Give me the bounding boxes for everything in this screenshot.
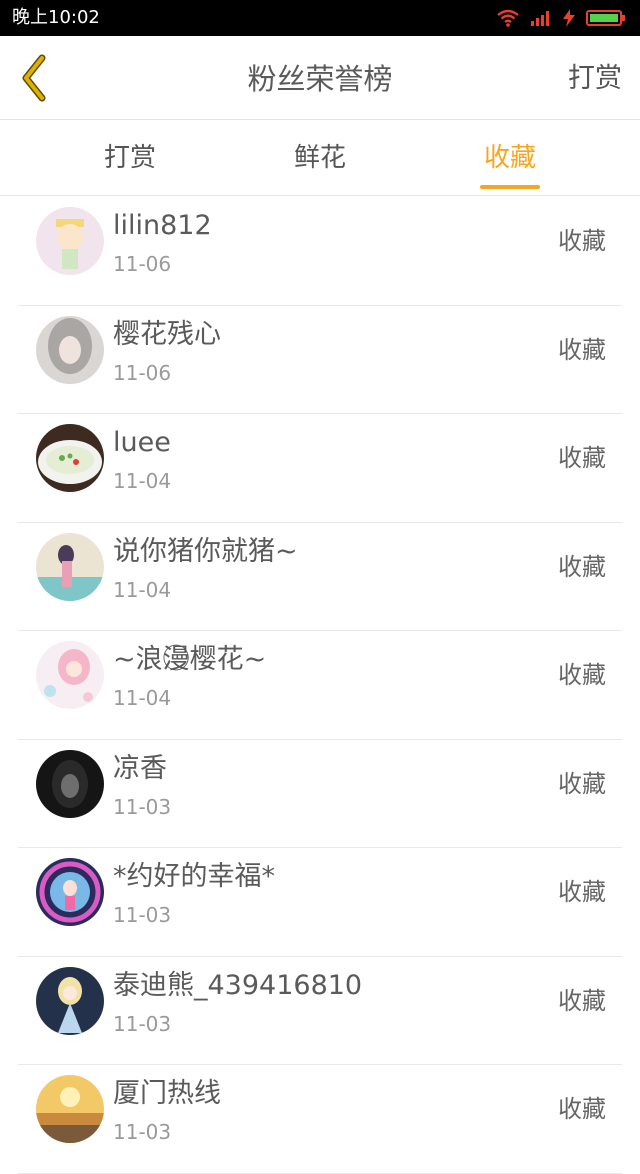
active-tab-indicator [480,185,540,189]
list-item[interactable]: 凉香 11-03 收藏 [18,740,622,848]
avatar [36,858,104,926]
page-title: 粉丝荣誉榜 [247,62,393,96]
date: 11-04 [113,577,172,602]
tab-flowers[interactable]: 鲜花 [260,141,380,175]
username: 厦门热线 [113,1078,221,1109]
date: 11-04 [113,469,172,493]
avatar [36,532,104,601]
charging-icon [563,9,575,27]
list-item[interactable]: ~浪漫⃝樱花~ 11-04 收藏 [18,631,622,740]
list-item[interactable]: 说你猪你就猪~ 11-04 收藏 [18,523,622,631]
list-item[interactable]: luee 11-04 收藏 [18,414,622,523]
row-action-label: 收藏 [558,552,606,581]
tab-favorites[interactable]: 收藏 [450,141,570,189]
date: 11-06 [113,360,172,385]
username: luee [113,427,171,458]
username: 凉香 [113,752,167,784]
status-icons [496,8,626,28]
row-action-label: 收藏 [558,444,606,472]
row-action-label: 收藏 [558,769,606,798]
avatar [36,641,104,709]
list-item[interactable]: 樱花残心 11-06 收藏 [18,306,622,414]
back-button[interactable] [10,52,60,104]
list-item[interactable]: lilin812 11-06 收藏 [18,197,622,306]
row-action-label: 收藏 [558,1095,606,1123]
avatar [36,1075,104,1143]
avatar [36,966,104,1035]
row-action-label: 收藏 [558,661,606,689]
username: ~浪漫⃝樱花~ [113,644,267,675]
fan-list: lilin812 11-06 收藏 樱花残心 11-06 收藏 luee 11-… [0,197,640,1174]
signal-icon [531,11,549,26]
row-action-label: 收藏 [558,878,606,906]
username: 樱花残心 [113,318,221,350]
row-action-label: 收藏 [558,335,606,364]
avatar [36,424,104,492]
tab-favorites-label: 收藏 [483,143,536,173]
username: 泰迪熊_439416810 [113,969,363,1001]
username: *约好的幸福* [113,861,275,892]
date: 11-04 [113,686,172,710]
list-item[interactable]: 泰迪熊_439416810 11-03 收藏 [18,957,622,1065]
row-action-label: 收藏 [558,227,606,255]
battery-icon [586,10,625,26]
avatar [36,749,104,818]
date: 11-03 [113,1011,172,1036]
nav-bar: 粉丝荣誉榜 打赏 [0,36,640,120]
avatar [36,207,104,275]
date: 11-03 [113,903,172,927]
date: 11-03 [113,794,172,819]
username: 说你猪你就猪~ [113,535,298,567]
status-bar: 晚上10:02 [0,0,640,36]
date: 11-03 [113,1120,172,1144]
chevron-left-icon [22,54,46,102]
tab-reward[interactable]: 打赏 [70,141,190,175]
reward-button[interactable]: 打赏 [568,62,622,96]
status-time: 晚上10:02 [12,7,100,28]
list-item[interactable]: *约好的幸福* 11-03 收藏 [18,848,622,957]
avatar [36,315,104,384]
list-item[interactable]: 厦门热线 11-03 收藏 [18,1065,622,1174]
date: 11-06 [113,252,172,276]
username: lilin812 [113,210,212,241]
wifi-icon [497,9,519,27]
tab-bar: 打赏 鲜花 收藏 [0,121,640,196]
row-action-label: 收藏 [558,986,606,1015]
